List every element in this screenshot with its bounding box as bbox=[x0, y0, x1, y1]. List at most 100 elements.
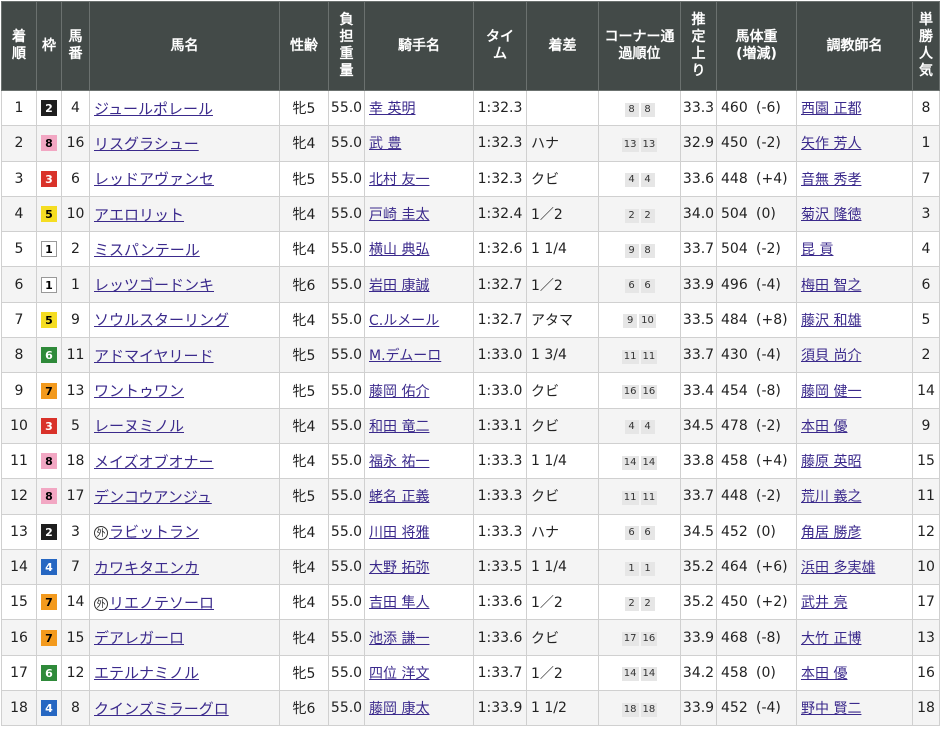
horse-cell: ソウルスターリング bbox=[89, 301, 280, 339]
jockey-link[interactable]: 北村 友一 bbox=[369, 172, 429, 188]
trainer-link[interactable]: 角居 勝彦 bbox=[801, 525, 861, 541]
umaban-cell: 1 bbox=[61, 266, 90, 303]
popularity-cell: 7 bbox=[912, 160, 940, 197]
horse-name-link[interactable]: ミスパンテール bbox=[94, 241, 200, 259]
trainer-link[interactable]: 野中 賢二 bbox=[801, 701, 861, 717]
last3f-cell: 33.7 bbox=[680, 337, 717, 374]
trainer-link[interactable]: 藤岡 健一 bbox=[801, 384, 861, 400]
trainer-link[interactable]: 武井 亮 bbox=[801, 595, 847, 611]
corner-cell: 13 13 bbox=[598, 125, 681, 162]
time-cell: 1:33.3 bbox=[473, 513, 527, 550]
rank-cell: 18 bbox=[1, 690, 37, 727]
margin-cell: 1 1/4 bbox=[526, 231, 599, 268]
horse-name-link[interactable]: ジュールポレール bbox=[94, 100, 213, 118]
weight-cell: 55.0 bbox=[328, 195, 365, 233]
jockey-link[interactable]: 横山 典弘 bbox=[369, 242, 429, 258]
result-row: 16 7 15 デアレガーロ 牝4 55.0 池添 謙一 1:33.6 クビ 17 16 33.9 46… bbox=[1, 619, 940, 656]
trainer-cell: 音無 秀孝 bbox=[796, 160, 913, 197]
jockey-link[interactable]: 岩田 康誠 bbox=[369, 278, 429, 294]
trainer-link[interactable]: 西園 正都 bbox=[801, 101, 861, 117]
weight-cell: 55.0 bbox=[328, 548, 365, 586]
jockey-cell: 横山 典弘 bbox=[364, 231, 474, 268]
weight-cell: 55.0 bbox=[328, 301, 365, 339]
trainer-link[interactable]: 昆 貢 bbox=[801, 242, 833, 258]
result-row: 15 7 14 外リエノテソーロ 牝4 55.0 吉田 隼人 1:33.6 1／2 2 2 35.2 4… bbox=[1, 584, 940, 621]
jockey-link[interactable]: 武 豊 bbox=[369, 136, 401, 152]
waku-cell: 6 bbox=[36, 337, 62, 374]
horse-name-link[interactable]: レッツゴードンキ bbox=[94, 276, 214, 294]
horse-name-link[interactable]: レッドアヴァンセ bbox=[94, 170, 214, 188]
trainer-link[interactable]: 本田 優 bbox=[801, 419, 847, 435]
jockey-link[interactable]: 藤岡 佑介 bbox=[369, 384, 429, 400]
horse-name-link[interactable]: ワントゥワン bbox=[94, 382, 184, 400]
horse-cell: カワキタエンカ bbox=[89, 548, 280, 586]
jockey-link[interactable]: 幸 英明 bbox=[369, 101, 415, 117]
foreign-horse-mark: 外 bbox=[94, 526, 108, 541]
corner-cell: 66 bbox=[598, 266, 681, 303]
corner-positions: 44 bbox=[624, 420, 655, 435]
trainer-link[interactable]: 菊沢 隆徳 bbox=[801, 207, 861, 223]
trainer-link[interactable]: 荒川 義之 bbox=[801, 489, 861, 505]
horse-name-link[interactable]: ソウルスターリング bbox=[94, 311, 229, 329]
last3f-cell: 33.9 bbox=[680, 619, 717, 656]
horse-name-link[interactable]: リエノテソーロ bbox=[109, 594, 214, 612]
body-weight: 504 bbox=[721, 241, 748, 258]
horse-name-link[interactable]: ラビットラン bbox=[109, 523, 199, 541]
result-row: 6 1 1 レッツゴードンキ 牝6 55.0 岩田 康誠 1:32.7 1／2 6 6 33.9 496… bbox=[1, 266, 940, 303]
jockey-link[interactable]: 藤岡 康太 bbox=[369, 701, 429, 717]
sexage-cell: 牝5 bbox=[279, 89, 329, 127]
jockey-link[interactable]: 池添 謙一 bbox=[369, 631, 429, 647]
jockey-link[interactable]: 川田 将雅 bbox=[369, 525, 429, 541]
horse-name-link[interactable]: リスグラシュー bbox=[94, 135, 199, 153]
jockey-link[interactable]: C.ルメール bbox=[369, 313, 439, 329]
trainer-link[interactable]: 藤沢 和雄 bbox=[801, 313, 861, 329]
body-weight: 452 bbox=[721, 700, 748, 717]
trainer-link[interactable]: 浜田 多実雄 bbox=[801, 560, 875, 576]
corner-cell: 11 11 bbox=[598, 337, 681, 374]
body-weight-diff: (-4) bbox=[756, 276, 781, 293]
trainer-link[interactable]: 本田 優 bbox=[801, 666, 847, 682]
jockey-link[interactable]: 戸崎 圭太 bbox=[369, 207, 429, 223]
jockey-link[interactable]: 大野 拓弥 bbox=[369, 560, 429, 576]
margin-cell: 1 1/4 bbox=[526, 442, 599, 480]
body-weight-diff: (-2) bbox=[756, 135, 781, 152]
jockey-link[interactable]: 四位 洋文 bbox=[369, 666, 429, 682]
sexage-cell: 牝6 bbox=[279, 690, 329, 727]
trainer-link[interactable]: 大竹 正博 bbox=[801, 631, 861, 647]
trainer-link[interactable]: 藤原 英昭 bbox=[801, 454, 861, 470]
time-cell: 1:33.0 bbox=[473, 372, 527, 409]
trainer-link[interactable]: 梅田 智之 bbox=[801, 278, 861, 294]
horse-name-link[interactable]: アドマイヤリード bbox=[94, 347, 214, 365]
time-cell: 1:32.7 bbox=[473, 266, 527, 303]
body-weight-cell: 450 (-2) bbox=[716, 125, 797, 162]
horse-name-link[interactable]: レーヌミノル bbox=[94, 417, 184, 435]
jockey-link[interactable]: 福永 祐一 bbox=[369, 454, 429, 470]
header-body: 馬体重(増減) bbox=[716, 1, 797, 91]
horse-name-link[interactable]: クインズミラーグロ bbox=[94, 700, 229, 718]
body-weight: 478 bbox=[721, 417, 748, 434]
trainer-link[interactable]: 矢作 芳人 bbox=[801, 136, 861, 152]
rank-cell: 15 bbox=[1, 584, 37, 621]
horse-name-link[interactable]: エテルナミノル bbox=[94, 664, 199, 682]
horse-name-link[interactable]: デアレガーロ bbox=[94, 629, 184, 647]
sexage-cell: 牝4 bbox=[279, 619, 329, 656]
waku-cell: 2 bbox=[36, 89, 62, 127]
trainer-cell: 藤沢 和雄 bbox=[796, 301, 913, 339]
corner-positions: 11 11 bbox=[621, 490, 658, 505]
popularity-cell: 12 bbox=[912, 513, 940, 550]
horse-name-link[interactable]: カワキタエンカ bbox=[94, 559, 199, 577]
jockey-link[interactable]: 吉田 隼人 bbox=[369, 595, 429, 611]
jockey-link[interactable]: M.デムーロ bbox=[369, 348, 441, 364]
horse-cell: ミスパンテール bbox=[89, 231, 280, 268]
header-margin: 着差 bbox=[526, 1, 599, 91]
corner-positions: 13 13 bbox=[621, 137, 658, 152]
header-jockey: 騎手名 bbox=[364, 1, 474, 91]
corner-positions: 14 14 bbox=[621, 455, 658, 470]
jockey-link[interactable]: 和田 竜二 bbox=[369, 419, 429, 435]
trainer-link[interactable]: 音無 秀孝 bbox=[801, 172, 861, 188]
horse-name-link[interactable]: アエロリット bbox=[94, 206, 184, 224]
trainer-link[interactable]: 須貝 尚介 bbox=[801, 348, 861, 364]
horse-name-link[interactable]: メイズオブオナー bbox=[94, 453, 214, 471]
jockey-link[interactable]: 蛯名 正義 bbox=[369, 489, 429, 505]
horse-name-link[interactable]: デンコウアンジュ bbox=[94, 488, 212, 506]
